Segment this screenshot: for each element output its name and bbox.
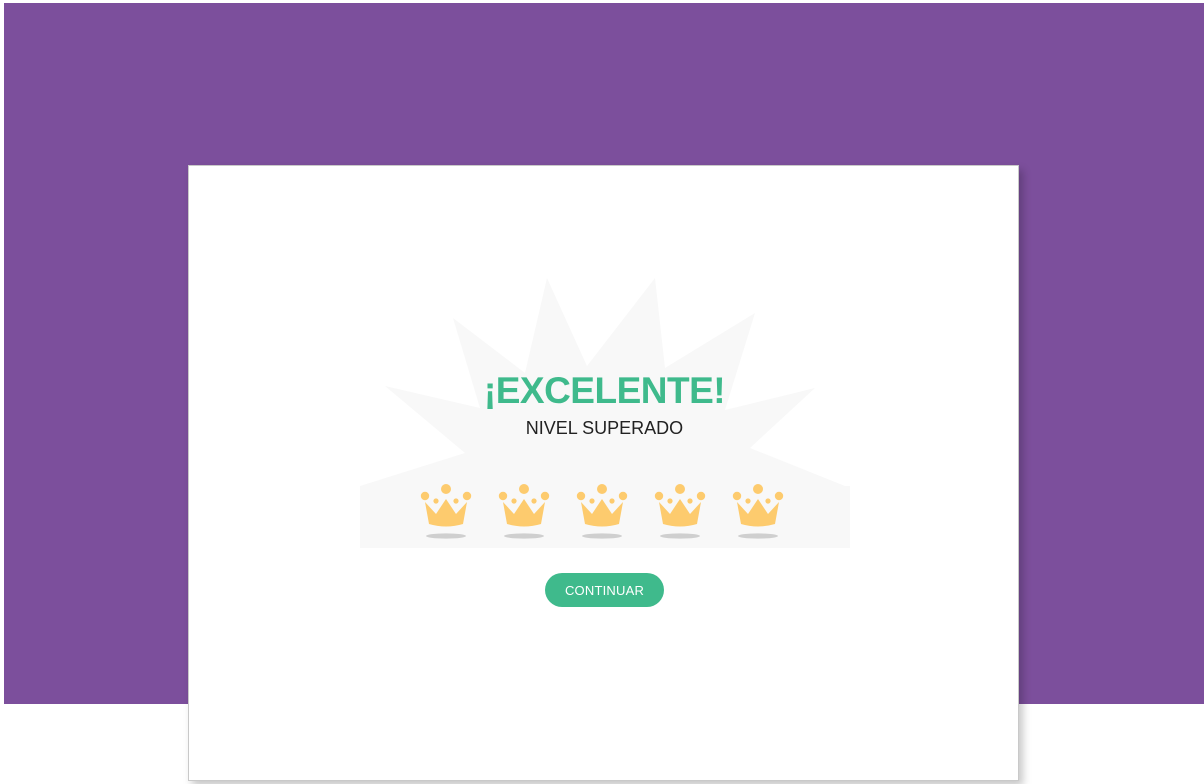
crown-icon [732, 484, 784, 539]
crown-icon [420, 484, 472, 539]
crown-icon [654, 484, 706, 539]
result-subtitle: NIVEL SUPERADO [525, 418, 684, 438]
crown-icon [498, 484, 550, 539]
result-title: ¡EXCELENTE! [483, 370, 726, 411]
crown-rating [414, 484, 804, 542]
continue-button[interactable]: CONTINUAR [545, 573, 664, 607]
level-complete-dialog: ¡EXCELENTE! NIVEL SUPERADO CONTINUAR [188, 165, 1019, 781]
crown-icon [576, 484, 628, 539]
